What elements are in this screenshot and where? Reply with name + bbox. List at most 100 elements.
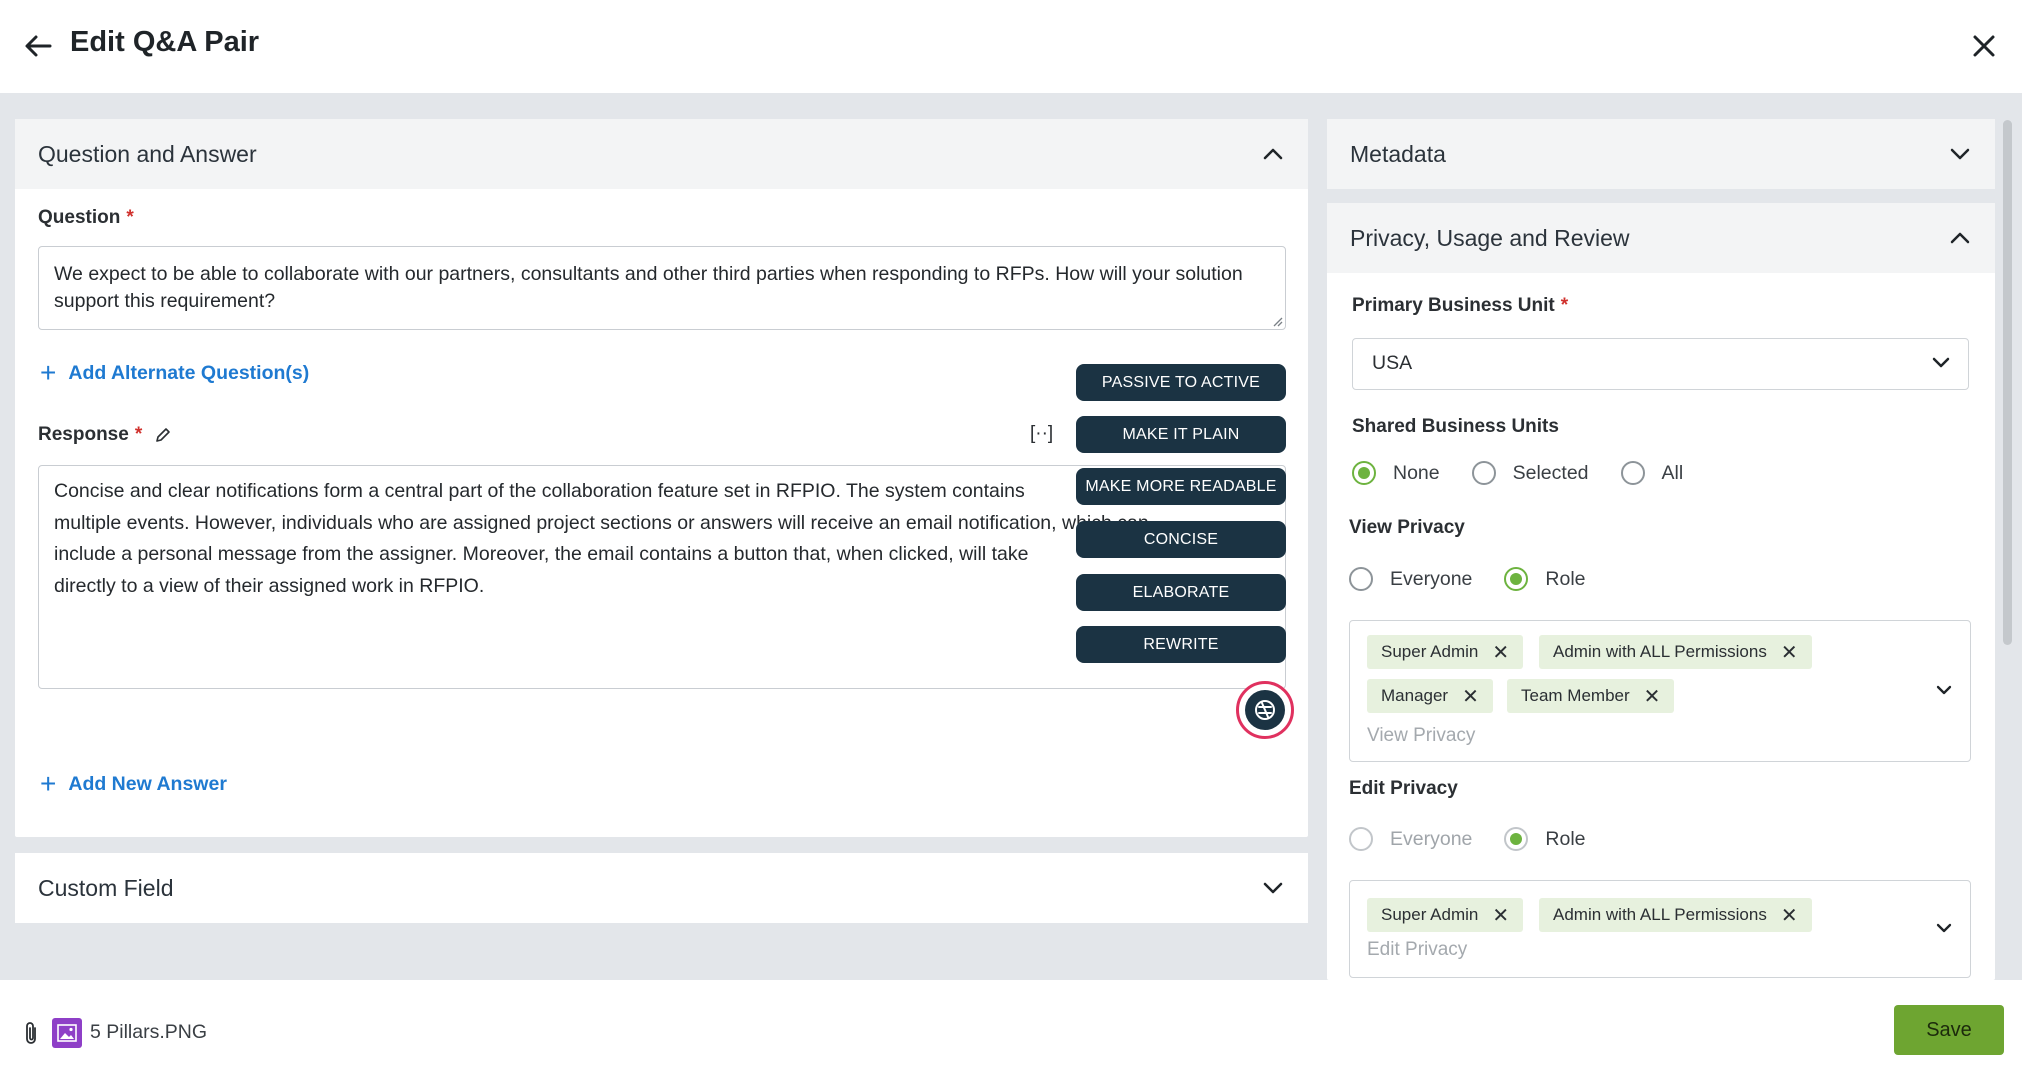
custom-field-header[interactable]: Custom Field: [15, 853, 1308, 923]
image-file-icon: [52, 1018, 82, 1048]
question-label: Question *: [38, 207, 134, 228]
remove-tag-icon[interactable]: ✕: [1644, 684, 1661, 709]
primary-business-unit-select[interactable]: USA: [1352, 338, 1969, 390]
chevron-down-icon: [1936, 923, 1952, 933]
close-icon[interactable]: [1968, 30, 2000, 62]
remove-tag-icon[interactable]: ✕: [1781, 903, 1798, 928]
footer-bar: 5 Pillars.PNG Save: [0, 980, 2022, 1069]
ai-assistant-icon: [1245, 690, 1285, 730]
radio-label: Everyone: [1390, 827, 1473, 850]
remove-tag-icon[interactable]: ✕: [1781, 640, 1798, 665]
role-tag-label: Team Member: [1521, 686, 1630, 705]
role-tag-label: Admin with ALL Permissions: [1553, 905, 1767, 924]
top-bar: Edit Q&A Pair: [0, 0, 2022, 93]
primary-business-unit-value: USA: [1372, 352, 1413, 374]
radio-selected-icon[interactable]: [1504, 827, 1529, 851]
view-privacy-roles-select[interactable]: Super Admin ✕ Admin with ALL Permissions ✕…: [1349, 620, 1971, 762]
role-tag: Super Admin ✕: [1367, 635, 1524, 669]
custom-field-title: Custom Field: [38, 874, 174, 901]
chevron-down-icon[interactable]: [1260, 875, 1286, 901]
scrollbar-thumb[interactable]: [2003, 120, 2012, 645]
view-privacy-radio-group: Everyone Role: [1349, 567, 1618, 591]
ai-passive-to-active-button[interactable]: PASSIVE TO ACTIVE: [1076, 364, 1286, 401]
radio-label: Selected: [1512, 461, 1589, 484]
remove-tag-icon[interactable]: ✕: [1492, 903, 1509, 928]
chevron-up-icon[interactable]: [1947, 225, 1973, 251]
role-tag-label: Manager: [1381, 686, 1449, 705]
add-alternate-question-button[interactable]: + Add Alternate Question(s): [40, 359, 309, 387]
page-title: Edit Q&A Pair: [70, 26, 260, 58]
radio-selected-icon[interactable]: [1352, 461, 1376, 485]
view-privacy-placeholder: View Privacy: [1367, 725, 1476, 746]
resize-handle-icon[interactable]: [1271, 315, 1283, 327]
save-button[interactable]: Save: [1894, 1005, 2004, 1055]
radio-icon[interactable]: [1349, 567, 1373, 591]
radio-icon[interactable]: [1620, 461, 1645, 485]
role-tag: Admin with ALL Permissions ✕: [1539, 635, 1812, 669]
question-text: We expect to be able to collaborate with…: [54, 263, 1243, 312]
attachment-name[interactable]: 5 Pillars.PNG: [90, 1021, 207, 1044]
shared-business-units-radio-group: None Selected All: [1352, 461, 1715, 485]
privacy-card: Privacy, Usage and Review Primary Busine…: [1327, 203, 1995, 980]
paperclip-icon[interactable]: [22, 1020, 40, 1046]
ai-concise-button[interactable]: CONCISE: [1076, 521, 1286, 558]
edit-privacy-radio-group: Everyone Role: [1349, 827, 1618, 851]
chevron-down-icon: [1936, 685, 1952, 695]
shared-business-units-label: Shared Business Units: [1352, 416, 1559, 437]
metadata-header[interactable]: Metadata: [1327, 119, 1995, 189]
radio-icon[interactable]: [1349, 827, 1373, 851]
add-alternate-question-label: Add Alternate Question(s): [68, 361, 310, 384]
metadata-card: Metadata: [1327, 119, 1995, 189]
shared-bu-option-none[interactable]: None: [1352, 461, 1440, 485]
privacy-title: Privacy, Usage and Review: [1350, 224, 1630, 251]
view-privacy-option-everyone[interactable]: Everyone: [1349, 567, 1472, 591]
edit-privacy-roles-select[interactable]: Super Admin ✕ Admin with ALL Permissions ✕…: [1349, 880, 1971, 978]
question-answer-title: Question and Answer: [38, 140, 257, 167]
ai-make-more-readable-button[interactable]: MAKE MORE READABLE: [1076, 468, 1286, 505]
chevron-up-icon[interactable]: [1260, 141, 1286, 167]
ai-rewrite-button[interactable]: REWRITE: [1076, 626, 1286, 663]
role-tag: Manager ✕: [1367, 679, 1493, 713]
view-privacy-option-role[interactable]: Role: [1504, 567, 1586, 591]
ai-make-it-plain-button[interactable]: MAKE IT PLAIN: [1076, 416, 1286, 453]
role-tag: Team Member ✕: [1507, 679, 1675, 713]
edit-privacy-option-role[interactable]: Role: [1504, 827, 1586, 851]
custom-field-card: Custom Field: [15, 853, 1308, 923]
edit-privacy-option-everyone[interactable]: Everyone: [1349, 827, 1472, 851]
metadata-title: Metadata: [1350, 140, 1446, 167]
radio-label: All: [1661, 461, 1684, 484]
add-new-answer-label: Add New Answer: [68, 772, 227, 795]
radio-label: Role: [1545, 827, 1586, 850]
radio-selected-icon[interactable]: [1504, 567, 1529, 591]
expand-tool-icon[interactable]: [··]: [1030, 423, 1053, 445]
edit-privacy-label: Edit Privacy: [1349, 778, 1458, 799]
edit-privacy-placeholder: Edit Privacy: [1367, 939, 1468, 960]
radio-label: None: [1393, 461, 1440, 484]
role-tag: Super Admin ✕: [1367, 898, 1524, 932]
radio-label: Everyone: [1390, 567, 1473, 590]
question-answer-header[interactable]: Question and Answer: [15, 119, 1308, 189]
ai-elaborate-button[interactable]: ELABORATE: [1076, 574, 1286, 611]
role-tag-label: Super Admin: [1381, 905, 1479, 924]
remove-tag-icon[interactable]: ✕: [1492, 640, 1509, 665]
shared-bu-option-all[interactable]: All: [1620, 461, 1684, 485]
primary-business-unit-label: Primary Business Unit *: [1352, 295, 1569, 316]
add-new-answer-button[interactable]: + Add New Answer: [40, 770, 227, 798]
chevron-down-icon: [1932, 357, 1950, 368]
view-privacy-label: View Privacy: [1349, 517, 1465, 538]
plus-icon: +: [40, 357, 57, 388]
radio-icon[interactable]: [1471, 461, 1496, 485]
response-label: Response *: [38, 424, 172, 446]
shared-bu-option-selected[interactable]: Selected: [1471, 461, 1589, 485]
privacy-header[interactable]: Privacy, Usage and Review: [1327, 203, 1995, 273]
plus-icon: +: [40, 768, 57, 799]
role-tag: Admin with ALL Permissions ✕: [1539, 898, 1812, 932]
pencil-icon[interactable]: [154, 426, 172, 444]
role-tag-label: Super Admin: [1381, 642, 1479, 661]
radio-label: Role: [1545, 567, 1586, 590]
question-input[interactable]: We expect to be able to collaborate with…: [38, 246, 1286, 330]
remove-tag-icon[interactable]: ✕: [1462, 684, 1479, 709]
back-arrow-icon[interactable]: [22, 30, 54, 62]
chevron-down-icon[interactable]: [1947, 141, 1973, 167]
ai-assistant-button[interactable]: [1236, 681, 1294, 739]
